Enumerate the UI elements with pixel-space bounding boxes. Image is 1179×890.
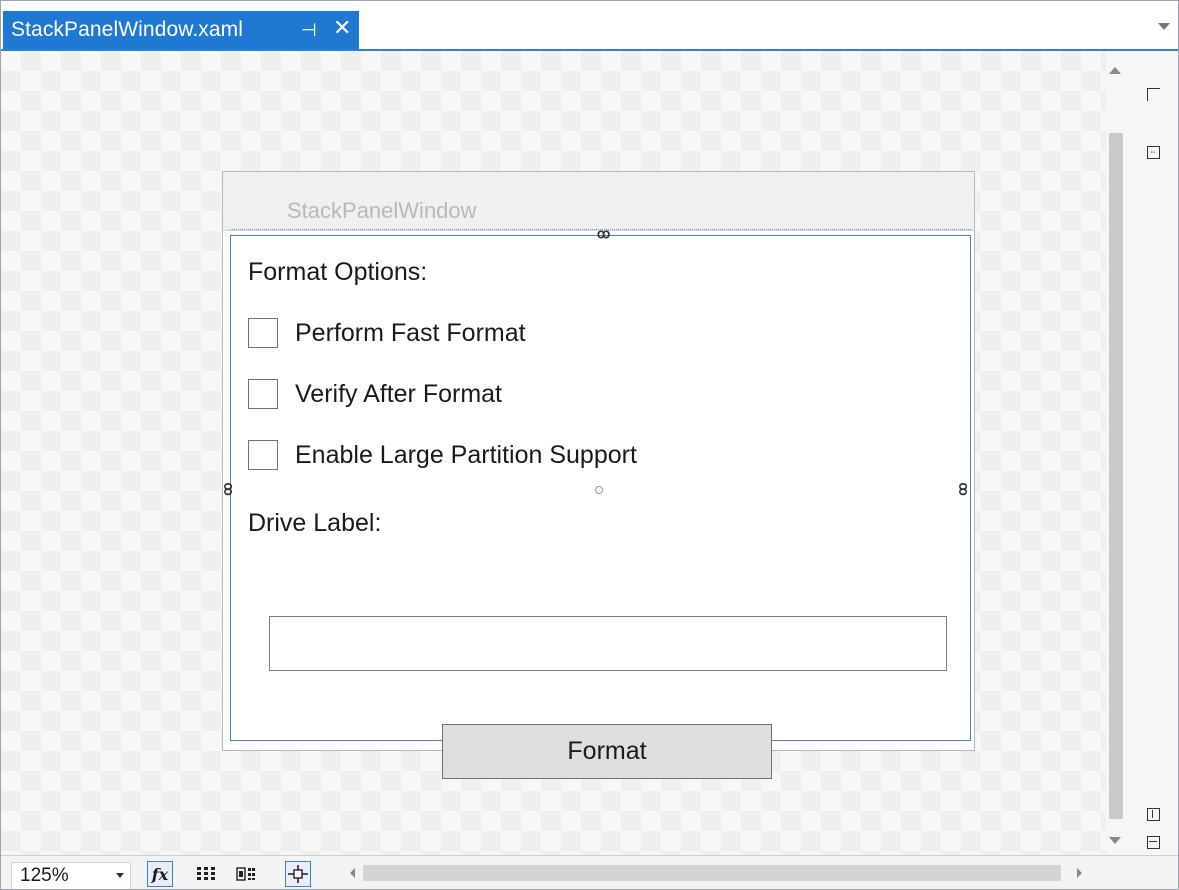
center-handle[interactable]: [595, 486, 603, 494]
vertical-split-icon[interactable]: [1144, 805, 1162, 823]
large-partition-label: Enable Large Partition Support: [295, 441, 637, 469]
tab-dropdown-icon[interactable]: [1158, 23, 1170, 30]
scroll-right-icon[interactable]: [1077, 868, 1082, 878]
horizontal-split-icon[interactable]: [1144, 833, 1162, 851]
verify-format-label: Verify After Format: [295, 380, 503, 408]
close-icon[interactable]: ✕: [333, 17, 351, 39]
designer-toolbar: 125% fx: [1, 855, 1178, 889]
fast-format-label: Perform Fast Format: [295, 319, 526, 347]
pin-icon[interactable]: ⊣: [301, 20, 317, 41]
tab-stackpanelwindow[interactable]: StackPanelWindow.xaml ⊣ ✕: [3, 11, 359, 49]
xaml-designer: StackPanelWindow.xaml ⊣ ✕ StackPanelWind…: [0, 0, 1179, 890]
window-title: StackPanelWindow: [287, 198, 477, 223]
window-preview[interactable]: StackPanelWindow ꝏ ꝏ ꝏ ꝏ Format Options:…: [222, 171, 975, 779]
fx-toggle-button[interactable]: fx: [147, 861, 173, 887]
zoom-select[interactable]: 125%: [11, 862, 131, 889]
format-button[interactable]: Format: [442, 724, 772, 779]
format-options-label: Format Options:: [248, 258, 428, 286]
scroll-left-icon[interactable]: [350, 868, 355, 878]
tab-strip: StackPanelWindow.xaml ⊣ ✕: [1, 1, 1178, 51]
fast-format-checkbox[interactable]: [248, 318, 278, 348]
chevron-down-icon: [116, 873, 124, 878]
vertical-scroll-thumb[interactable]: [1109, 133, 1123, 819]
grid-icon[interactable]: [193, 861, 219, 887]
vertical-scrollbar[interactable]: [1105, 61, 1127, 857]
horizontal-scroll-thumb[interactable]: [363, 865, 1061, 881]
window-title-bar: StackPanelWindow: [223, 172, 974, 231]
scroll-up-icon[interactable]: [1109, 67, 1121, 74]
verify-format-checkbox[interactable]: [248, 379, 278, 409]
drive-label-label: Drive Label:: [248, 509, 382, 537]
design-canvas[interactable]: StackPanelWindow ꝏ ꝏ ꝏ ꝏ Format Options:…: [1, 51, 1106, 855]
tab-title: StackPanelWindow.xaml: [11, 18, 244, 41]
large-partition-checkbox[interactable]: [248, 440, 278, 470]
scroll-down-icon[interactable]: [1109, 837, 1121, 844]
drive-label-input[interactable]: [269, 616, 947, 671]
right-anchor-icon[interactable]: ꝏ: [957, 483, 972, 496]
snap-to-snaplines-icon[interactable]: [285, 861, 311, 887]
expand-horizontal-icon[interactable]: ⇔: [1144, 143, 1162, 161]
top-anchor-icon[interactable]: ꝏ: [597, 227, 610, 240]
artboard-icon[interactable]: [1144, 85, 1162, 103]
stackpanel-selection[interactable]: ꝏ ꝏ ꝏ ꝏ Format Options: Perform Fast For…: [222, 227, 972, 779]
left-anchor-icon[interactable]: ꝏ: [222, 483, 237, 496]
snap-to-grid-icon[interactable]: [233, 861, 259, 887]
zoom-value: 125%: [20, 865, 69, 886]
